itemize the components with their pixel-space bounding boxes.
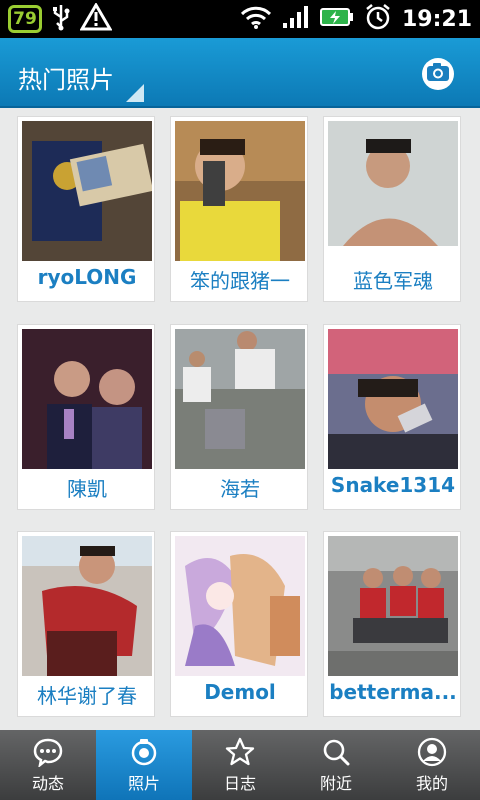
battery-charging-icon [319, 6, 354, 32]
title-dropdown-arrow[interactable] [126, 84, 144, 102]
photo-thumbnail[interactable] [175, 536, 305, 676]
photo-card[interactable]: 陳凱 [17, 324, 155, 510]
nav-label: 附近 [319, 774, 352, 793]
bottom-nav: 动态 照片 日志 附近 我的 [0, 730, 480, 800]
photo-thumbnail[interactable] [22, 536, 152, 676]
photo-card[interactable]: 林华谢了春 [17, 531, 155, 717]
profile-icon [416, 736, 448, 768]
nav-item-feed[interactable]: 动态 [0, 730, 96, 800]
status-left: 79 [8, 2, 113, 35]
status-right: 19:21 [240, 0, 472, 38]
signal-icon [282, 5, 310, 33]
card-name[interactable]: betterma... [324, 680, 462, 704]
card-name[interactable]: 蓝色军魂 [324, 265, 462, 294]
alarm-icon [364, 3, 392, 35]
photo-thumbnail[interactable] [22, 121, 152, 261]
nav-label: 日志 [223, 774, 256, 793]
card-name[interactable]: ryoLONG [18, 265, 156, 289]
camera-button[interactable] [422, 58, 454, 90]
card-name[interactable]: Demol [171, 680, 309, 704]
battery-badge: 79 [8, 5, 42, 33]
photo-card[interactable]: ryoLONG [17, 116, 155, 302]
photo-card[interactable]: Demol [170, 531, 308, 717]
search-icon [320, 736, 352, 768]
photo-card[interactable]: betterma... [323, 531, 461, 717]
card-name[interactable]: 笨的跟猪一 [171, 265, 309, 294]
card-name[interactable]: 海若 [171, 473, 309, 502]
usb-icon [50, 3, 72, 35]
nav-label: 我的 [415, 774, 448, 793]
nav-item-journal[interactable]: 日志 [192, 730, 288, 800]
nav-item-photos[interactable]: 照片 [96, 730, 192, 800]
card-name[interactable]: 林华谢了春 [18, 680, 156, 709]
nav-item-nearby[interactable]: 附近 [288, 730, 384, 800]
camera-icon [426, 62, 450, 86]
wifi-icon [240, 5, 272, 33]
card-name[interactable]: 陳凱 [18, 473, 156, 502]
nav-item-profile[interactable]: 我的 [384, 730, 480, 800]
title-bar: 热门照片 [0, 38, 480, 108]
photo-card[interactable]: Snake1314 [323, 324, 461, 510]
chat-bubble-icon [32, 736, 64, 768]
star-icon [224, 736, 256, 768]
photo-card[interactable]: 海若 [170, 324, 308, 510]
card-name[interactable]: Snake1314 [324, 473, 462, 497]
photos-icon [128, 736, 160, 768]
warning-icon [79, 2, 113, 35]
clock: 19:21 [401, 6, 472, 32]
status-bar: 79 19:21 [0, 0, 480, 38]
photo-thumbnail[interactable] [328, 121, 458, 261]
nav-label: 动态 [31, 774, 64, 793]
photo-thumbnail[interactable] [328, 329, 458, 469]
photo-card[interactable]: 蓝色军魂 [323, 116, 461, 302]
nav-label: 照片 [127, 774, 160, 793]
photo-card[interactable]: 笨的跟猪一 [170, 116, 308, 302]
photo-thumbnail[interactable] [175, 121, 305, 261]
photo-thumbnail[interactable] [175, 329, 305, 469]
photo-thumbnail[interactable] [22, 329, 152, 469]
photo-thumbnail[interactable] [328, 536, 458, 676]
battery-level: 79 [13, 9, 37, 29]
page-title[interactable]: 热门照片 [18, 60, 114, 95]
